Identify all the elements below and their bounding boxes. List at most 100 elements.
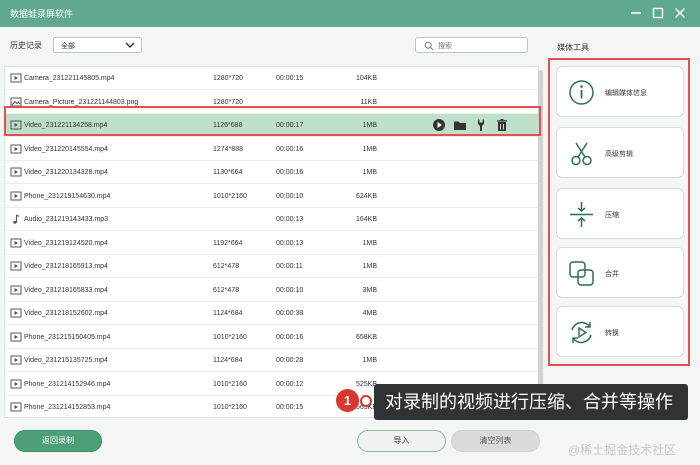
table-row[interactable]: Video_231218152602.mp4 1124*684 00:00:38 4M… xyxy=(5,302,538,325)
file-duration: 00:00:15 xyxy=(276,404,304,411)
table-row[interactable]: Video_231219124520.mp4 1192*664 00:00:13 1M… xyxy=(5,232,538,255)
file-resolution: 1274*888 xyxy=(213,145,243,153)
video-file-icon xyxy=(10,166,22,178)
file-name: Camera_231221145805.mp4 xyxy=(24,75,115,82)
file-size: 104KB xyxy=(355,75,377,82)
file-name: Video_231219124520.mp4 xyxy=(24,239,108,247)
video-file-icon xyxy=(10,237,22,249)
file-size: 658KB xyxy=(355,333,377,341)
video-file-icon xyxy=(10,331,22,343)
file-duration: 00:00:15 xyxy=(276,75,304,82)
minimize-icon[interactable] xyxy=(627,4,645,22)
file-size: 624KB xyxy=(355,192,377,200)
tool-edit-media-info[interactable]: 编辑媒体信息 xyxy=(556,66,684,117)
file-size: 4MB xyxy=(362,310,377,317)
title-bar: 数据蛙录屏软件 xyxy=(0,0,700,27)
maximize-icon[interactable] xyxy=(649,4,667,22)
filter-value: 全部 xyxy=(61,43,75,50)
file-name: Video_231218165833.mp4 xyxy=(24,286,108,294)
video-file-icon xyxy=(10,143,22,155)
file-size: 3MB xyxy=(362,286,377,294)
table-row[interactable]: Camera_231221145805.mp4 1280*720 00:00:15 1… xyxy=(5,67,538,90)
annotation-callout: 对录制的视频进行压缩、合并等操作 xyxy=(374,384,688,420)
file-duration: 00:00:16 xyxy=(276,333,304,341)
file-resolution: 1124*684 xyxy=(213,310,243,317)
file-duration: 00:00:16 xyxy=(276,145,304,153)
file-name: Video_231220145554.mp4 xyxy=(24,145,108,153)
table-row[interactable]: Video_231220134328.mp4 1130*664 00:00:16 1M… xyxy=(5,161,538,184)
table-row[interactable]: Audio_231219143433.mp3 00:00:13 164KB xyxy=(5,208,538,231)
tool-label: 转换 xyxy=(605,330,619,337)
tool-convert[interactable]: 转换 xyxy=(556,306,684,357)
file-duration: 00:00:13 xyxy=(276,239,304,247)
video-file-icon xyxy=(10,378,22,390)
file-duration: 00:00:16 xyxy=(276,169,304,176)
file-size: 1MB xyxy=(362,357,377,364)
file-resolution: 612*478 xyxy=(213,286,240,294)
window-title: 数据蛙录屏软件 xyxy=(10,9,74,19)
close-icon[interactable] xyxy=(671,4,689,22)
file-resolution: 1192*664 xyxy=(213,239,243,247)
filter-dropdown[interactable]: 全部 xyxy=(53,37,142,53)
table-row[interactable]: Video_231220145554.mp4 1274*888 00:00:16 1M… xyxy=(5,138,538,161)
media-tools-title: 媒体工具 xyxy=(557,43,589,52)
file-duration: 00:00:12 xyxy=(276,380,304,388)
history-label: 历史记录 xyxy=(10,41,42,50)
tool-merge[interactable]: 合并 xyxy=(556,247,684,298)
file-name: Video_231215135725.mp4 xyxy=(24,357,108,364)
tool-label: 编辑媒体信息 xyxy=(605,90,647,97)
video-file-icon xyxy=(10,354,22,366)
file-size: 1MB xyxy=(362,169,377,176)
step-number-badge: 1 xyxy=(336,389,359,412)
file-name: Audio_231219143433.mp3 xyxy=(24,216,109,223)
clear-list-button[interactable]: 清空列表 xyxy=(451,430,540,452)
tool-compress[interactable]: 压缩 xyxy=(556,188,684,239)
file-duration: 00:00:38 xyxy=(276,310,304,317)
info-icon xyxy=(569,80,594,105)
tool-label: 合并 xyxy=(605,271,619,278)
search-input[interactable] xyxy=(438,40,522,52)
video-file-icon xyxy=(10,284,22,296)
file-name: Video_231218165913.mp4 xyxy=(24,263,108,270)
file-duration: 00:00:10 xyxy=(276,286,304,294)
table-row[interactable]: Phone_231219154630.mp4 1010*2160 00:00:10 6… xyxy=(5,185,538,208)
tool-advanced-cut[interactable]: 高级剪辑 xyxy=(556,127,684,178)
file-duration: 00:00:11 xyxy=(276,263,303,270)
file-resolution: 1010*2160 xyxy=(213,192,247,200)
file-name: Phone_231214152853.mp4 xyxy=(24,404,111,411)
video-file-icon xyxy=(10,307,22,319)
file-resolution: 1124*684 xyxy=(213,357,243,364)
back-to-record-button[interactable]: 返回录制 xyxy=(14,430,102,452)
file-name: Phone_231219154630.mp4 xyxy=(24,192,111,200)
file-resolution: 1280*720 xyxy=(213,75,243,82)
convert-icon xyxy=(571,321,592,344)
file-name: Phone_231215150405.mp4 xyxy=(24,333,111,341)
video-file-icon xyxy=(10,401,22,413)
table-row[interactable]: Phone_231215150405.mp4 1010*2160 00:00:16 6… xyxy=(5,326,538,349)
watermark: @稀土掘金技术社区 xyxy=(568,443,677,457)
app-window: 数据蛙录屏软件 历史记录 全部 Camera_231221145805.mp4 1… xyxy=(0,0,700,465)
video-file-icon xyxy=(10,260,22,272)
search-icon xyxy=(424,41,434,51)
file-resolution: 1010*2160 xyxy=(213,333,247,341)
video-file-icon xyxy=(10,190,22,202)
scissors-icon xyxy=(571,142,592,166)
audio-file-icon xyxy=(10,213,22,225)
chevron-down-icon xyxy=(125,42,135,48)
file-name: Video_231220134328.mp4 xyxy=(24,169,108,176)
file-duration: 00:00:10 xyxy=(276,192,304,200)
file-size: 1MB xyxy=(362,263,377,270)
file-size: 525KB xyxy=(355,380,377,388)
file-size: 1MB xyxy=(362,239,377,247)
file-size: 1MB xyxy=(362,145,377,153)
search-box[interactable] xyxy=(415,37,528,53)
tool-label: 高级剪辑 xyxy=(605,151,633,158)
file-resolution: 1010*2160 xyxy=(213,380,247,388)
merge-icon xyxy=(569,261,594,286)
table-row[interactable]: Video_231218165833.mp4 612*478 00:00:10 3MB xyxy=(5,279,538,302)
table-row[interactable]: Video_231218165913.mp4 612*478 00:00:11 1MB xyxy=(5,255,538,278)
import-button[interactable]: 导入 xyxy=(357,430,446,452)
selected-row-highlight xyxy=(4,106,541,136)
file-resolution: 1130*664 xyxy=(213,169,243,176)
table-row[interactable]: Video_231215135725.mp4 1124*684 00:00:28 1M… xyxy=(5,349,538,372)
